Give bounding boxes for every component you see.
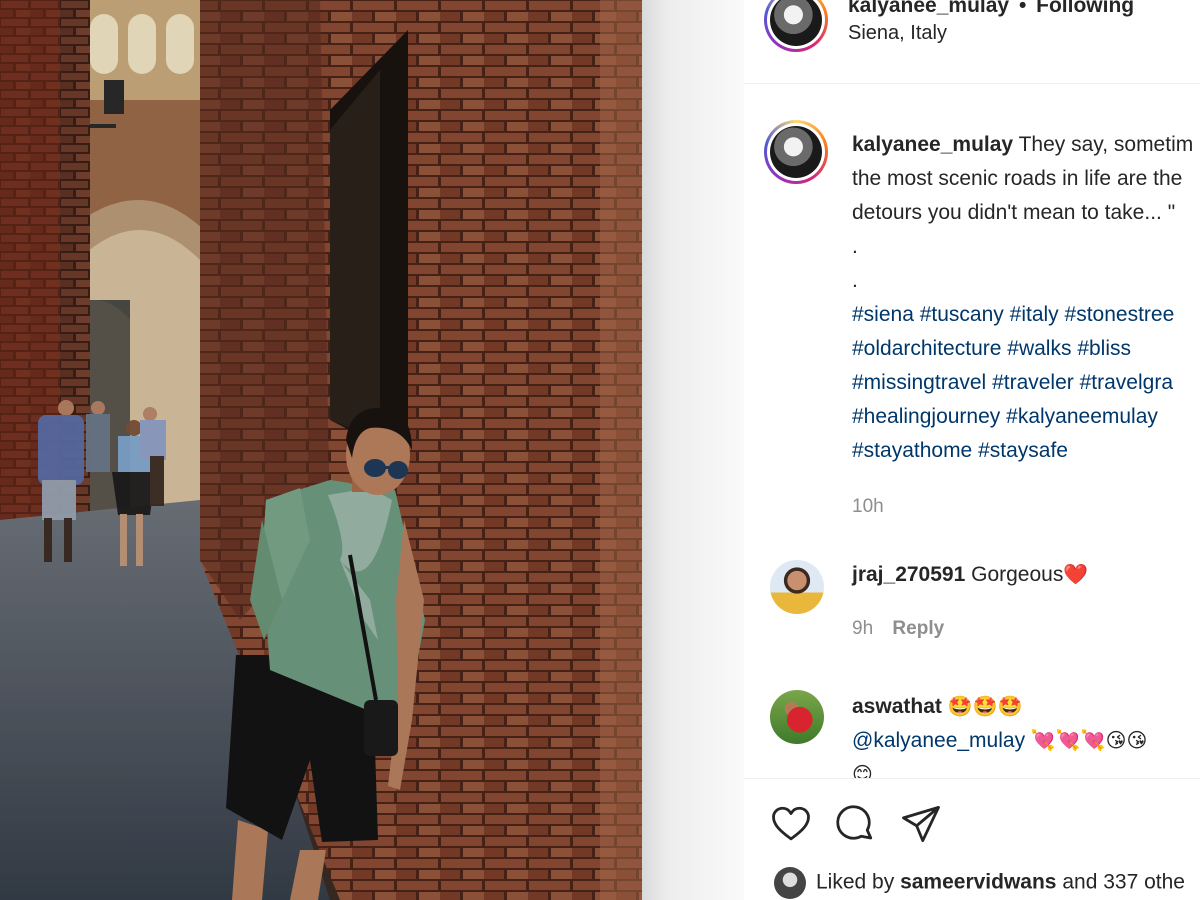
comment-text: Gorgeous — [971, 563, 1064, 586]
hashtag-line-4: #healingjourney #kalyaneemulay — [852, 400, 1200, 434]
hashtag-link[interactable]: #bliss — [1077, 337, 1131, 360]
commenter-avatar[interactable] — [770, 560, 824, 614]
caption-line-2: the most scenic roads in life are the — [852, 167, 1183, 190]
hashtag-link[interactable]: #italy — [1010, 303, 1059, 326]
heart-icon[interactable] — [770, 803, 812, 845]
hashtag-link[interactable]: #kalyaneemulay — [1006, 405, 1158, 428]
caption-timestamp[interactable]: 10h — [852, 490, 1200, 524]
reply-button[interactable]: Reply — [892, 618, 944, 639]
comment-button-graphic — [836, 805, 873, 840]
comment-body: jraj_270591 Gorgeous❤️ 9h Reply — [852, 558, 1200, 646]
hashtag-line-2: #oldarchitecture #walks #bliss — [852, 332, 1200, 366]
following-button[interactable]: Following — [1036, 0, 1134, 17]
comment-meta: 9h Reply — [852, 612, 1200, 646]
caption-line-3: detours you didn't mean to take... " — [852, 201, 1176, 224]
caption-username[interactable]: kalyanee_mulay — [852, 133, 1013, 156]
comment-icon[interactable] — [834, 803, 876, 845]
author-avatar-image — [770, 0, 822, 46]
separator-dot: • — [1018, 0, 1027, 17]
post-location[interactable]: Siena, Italy — [848, 22, 947, 45]
mention-link[interactable]: @kalyanee_mulay — [852, 729, 1025, 752]
liker-avatar[interactable] — [774, 867, 806, 899]
comment-body: aswathat 🤩🤩🤩 @kalyanee_mulay 💘💘💘😘😘 😊 — [852, 690, 1200, 792]
hashtag-link[interactable]: #oldarchitecture — [852, 337, 1001, 360]
liked-by-summary[interactable]: Liked by sameervidwans and 337 othe — [774, 867, 1185, 899]
post-action-bar: Liked by sameervidwans and 337 othe — [744, 778, 1200, 900]
caption-text: kalyanee_mulay They say, sometim the mos… — [852, 128, 1200, 524]
author-username[interactable]: kalyanee_mulay — [848, 0, 1009, 17]
caption-author-avatar[interactable] — [764, 120, 828, 184]
hashtag-link[interactable]: #walks — [1007, 337, 1071, 360]
commenter-username[interactable]: aswathat — [852, 695, 942, 718]
hashtag-link[interactable]: #siena — [852, 303, 914, 326]
hashtag-link[interactable]: #missingtravel — [852, 371, 986, 394]
hashtag-line-5: #stayathome #staysafe — [852, 434, 1200, 468]
hashtag-link[interactable]: #tuscany — [920, 303, 1004, 326]
post-side-panel: kalyanee_mulay • Following Siena, Italy … — [744, 0, 1200, 900]
header-username-row: kalyanee_mulay • Following — [848, 0, 1134, 18]
hashtag-link[interactable]: #traveler — [992, 371, 1074, 394]
liked-prefix: Liked by — [816, 870, 895, 894]
hashtag-link[interactable]: #travelgra — [1080, 371, 1173, 394]
caption-line-1: kalyanee_mulay They say, sometim — [852, 128, 1200, 162]
liked-suffix[interactable]: and 337 othe — [1062, 871, 1185, 894]
caption-avatar-image — [770, 126, 822, 178]
share-button-graphic — [902, 805, 940, 843]
post-photo[interactable] — [0, 0, 642, 900]
author-avatar[interactable] — [764, 0, 828, 52]
hashtag-link[interactable]: #healingjourney — [852, 405, 1000, 428]
hashtag-link[interactable]: #stayathome — [852, 439, 972, 462]
star-struck-emoji-group: 🤩🤩🤩 — [947, 696, 1023, 718]
hashtag-link[interactable]: #staysafe — [978, 439, 1068, 462]
hashtag-line-3: #missingtravel #traveler #travelgra — [852, 366, 1200, 400]
comment-timestamp[interactable]: 9h — [852, 618, 873, 639]
share-icon[interactable] — [900, 803, 942, 845]
photo-scene — [0, 0, 642, 900]
caption-line-5: . — [852, 269, 858, 292]
caption-line-4: . — [852, 235, 858, 258]
emoji-group: 💘💘💘😘😘 — [1030, 730, 1148, 752]
heart-emoji: ❤️ — [1063, 564, 1089, 586]
liker-username[interactable]: sameervidwans — [900, 871, 1056, 894]
hashtag-link[interactable]: #stonestree — [1065, 303, 1175, 326]
commenter-avatar[interactable] — [770, 690, 824, 744]
hashtag-line-1: #siena #tuscany #italy #stonestree — [852, 298, 1200, 332]
post-header: kalyanee_mulay • Following Siena, Italy — [744, 0, 1200, 84]
instagram-post-view: kalyanee_mulay • Following Siena, Italy … — [0, 0, 1200, 900]
caption-text-1: They say, sometim — [1018, 133, 1194, 156]
commenter-username[interactable]: jraj_270591 — [852, 563, 965, 586]
viewer-gutter — [642, 0, 744, 900]
like-button-graphic — [772, 806, 810, 841]
